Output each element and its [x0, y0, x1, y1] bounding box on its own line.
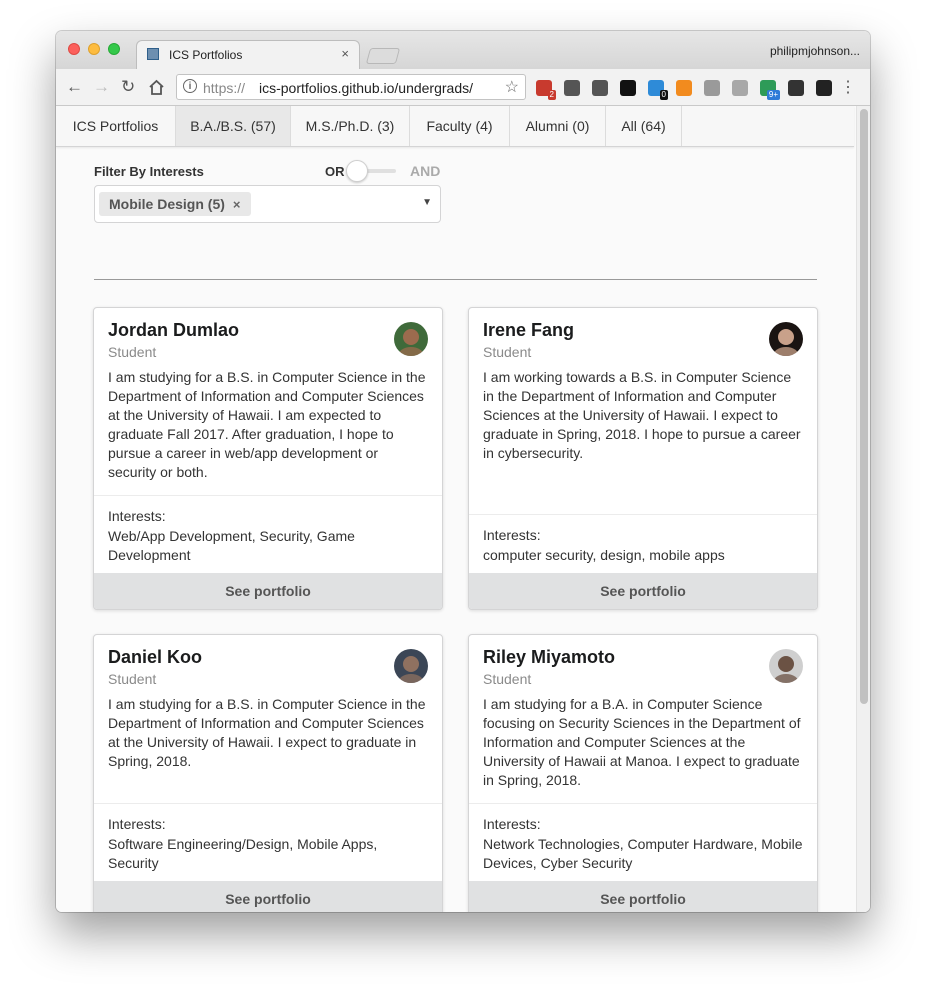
nav-item-ms-phd[interactable]: M.S./Ph.D. (3)	[291, 106, 410, 146]
interests-label: Interests:	[483, 816, 541, 832]
drive-icon[interactable]	[732, 80, 748, 96]
extension-badge: 0	[659, 90, 668, 100]
card-separator	[469, 514, 817, 515]
tab-title: ICS Portfolios	[169, 48, 243, 62]
analytics-chart-icon[interactable]	[676, 80, 692, 96]
student-card: Irene Fang Student I am working towards …	[468, 307, 818, 610]
interests-text: Software Engineering/Design, Mobile Apps…	[108, 836, 378, 871]
dropdown-arrow-icon[interactable]: ▼	[422, 197, 432, 208]
lastpass-icon[interactable]: 2	[536, 80, 556, 100]
info-circle-icon[interactable]	[592, 80, 608, 96]
see-portfolio-button[interactable]: See portfolio	[94, 881, 442, 912]
nav-item-all[interactable]: All (64)	[606, 106, 682, 146]
extension-badge: 9+	[766, 90, 780, 100]
scrollbar[interactable]	[856, 106, 870, 912]
close-window-button[interactable]	[68, 43, 80, 55]
card-separator	[94, 495, 442, 496]
card-description: I am studying for a B.S. in Computer Sci…	[108, 696, 426, 769]
interests-text: computer security, design, mobile apps	[483, 547, 725, 563]
card-description: I am working towards a B.S. in Computer …	[483, 369, 801, 461]
gray-ext-icon[interactable]	[704, 80, 720, 96]
card-name: Daniel Koo	[108, 647, 203, 667]
browser-tab[interactable]: ICS Portfolios ×	[136, 40, 360, 69]
zoom-window-button[interactable]	[108, 43, 120, 55]
title-bar: ICS Portfolios × philipmjohnson...	[56, 31, 870, 69]
student-card: Jordan Dumlao Student I am studying for …	[93, 307, 443, 610]
avatar	[394, 322, 428, 356]
nav-item-ba-bs[interactable]: B.A./B.S. (57)	[176, 106, 291, 146]
card-separator	[94, 803, 442, 804]
info-icon[interactable]: i	[183, 79, 197, 93]
jetbrains-icon[interactable]	[620, 80, 636, 96]
card-role: Student	[108, 671, 157, 687]
new-tab-button[interactable]	[365, 48, 401, 64]
forward-arrow-icon[interactable]: →	[93, 77, 110, 97]
interests-label: Interests:	[108, 508, 166, 524]
extension-badge: 2	[547, 90, 556, 100]
card-description: I am studying for a B.S. in Computer Sci…	[108, 369, 426, 480]
url-text: ics-portfolios.github.io/undergrads/	[259, 80, 474, 96]
divider	[94, 279, 817, 280]
see-portfolio-button[interactable]: See portfolio	[94, 573, 442, 609]
color-wheel-icon[interactable]	[816, 80, 832, 96]
chip-remove-icon[interactable]: ×	[233, 197, 241, 212]
student-card: Daniel Koo Student I am studying for a B…	[93, 634, 443, 912]
see-portfolio-button[interactable]: See portfolio	[469, 573, 817, 609]
card-role: Student	[483, 671, 532, 687]
profile-name[interactable]: philipmjohnson...	[770, 44, 860, 58]
tab-close-icon[interactable]: ×	[341, 46, 349, 61]
see-portfolio-button[interactable]: See portfolio	[469, 881, 817, 912]
ghostery-icon[interactable]: 0	[648, 80, 668, 100]
filter-label: Filter By Interests	[94, 164, 204, 179]
address-bar[interactable]: i https:// ics-portfolios.github.io/unde…	[176, 74, 526, 100]
nav-item-ics-portfolios[interactable]: ICS Portfolios	[56, 106, 176, 146]
card-role: Student	[483, 344, 532, 360]
avatar	[394, 649, 428, 683]
nav-item-faculty[interactable]: Faculty (4)	[410, 106, 510, 146]
interests-dropdown[interactable]: Mobile Design (5) × ▼	[94, 185, 441, 223]
interests-label: Interests:	[108, 816, 166, 832]
page-viewport: ICS Portfolios B.A./B.S. (57) M.S./Ph.D.…	[56, 106, 870, 912]
green-ext-icon[interactable]: 9+	[760, 80, 780, 100]
back-arrow-icon[interactable]: ←	[66, 77, 83, 97]
nav-item-alumni[interactable]: Alumni (0)	[510, 106, 606, 146]
interest-chip[interactable]: Mobile Design (5) ×	[99, 192, 251, 216]
sync-icon[interactable]	[564, 80, 580, 96]
browser-window: ICS Portfolios × philipmjohnson... ← → ↻…	[56, 31, 870, 912]
card-description: I am studying for a B.A. in Computer Sci…	[483, 696, 801, 788]
card-role: Student	[108, 344, 157, 360]
eyedropper-icon[interactable]	[788, 80, 804, 96]
card-separator	[469, 803, 817, 804]
chip-label: Mobile Design (5)	[109, 196, 225, 212]
top-nav: ICS Portfolios B.A./B.S. (57) M.S./Ph.D.…	[56, 106, 854, 147]
card-name: Jordan Dumlao	[108, 320, 240, 340]
menu-dots-icon[interactable]: ⋮	[840, 78, 856, 98]
avatar	[769, 649, 803, 683]
favicon-icon	[147, 48, 159, 60]
student-card: Riley Miyamoto Student I am studying for…	[468, 634, 818, 912]
interests-label: Interests:	[483, 527, 541, 543]
reload-icon[interactable]: ↻	[121, 77, 135, 97]
or-label: OR	[325, 164, 345, 179]
card-name: Irene Fang	[483, 320, 575, 340]
and-label: AND	[410, 163, 441, 179]
home-icon[interactable]	[148, 79, 165, 95]
interests-text: Web/App Development, Security, Game Deve…	[108, 528, 355, 563]
browser-toolbar: ← → ↻ i https:// ics-portfolios.github.i…	[56, 69, 870, 106]
scrollbar-thumb[interactable]	[860, 109, 868, 704]
minimize-window-button[interactable]	[88, 43, 100, 55]
bookmark-star-icon[interactable]: ☆	[505, 77, 519, 97]
interests-text: Network Technologies, Computer Hardware,…	[483, 836, 803, 871]
card-name: Riley Miyamoto	[483, 647, 616, 667]
or-and-toggle-knob[interactable]	[346, 160, 368, 182]
avatar	[769, 322, 803, 356]
url-scheme: https://	[203, 80, 246, 96]
